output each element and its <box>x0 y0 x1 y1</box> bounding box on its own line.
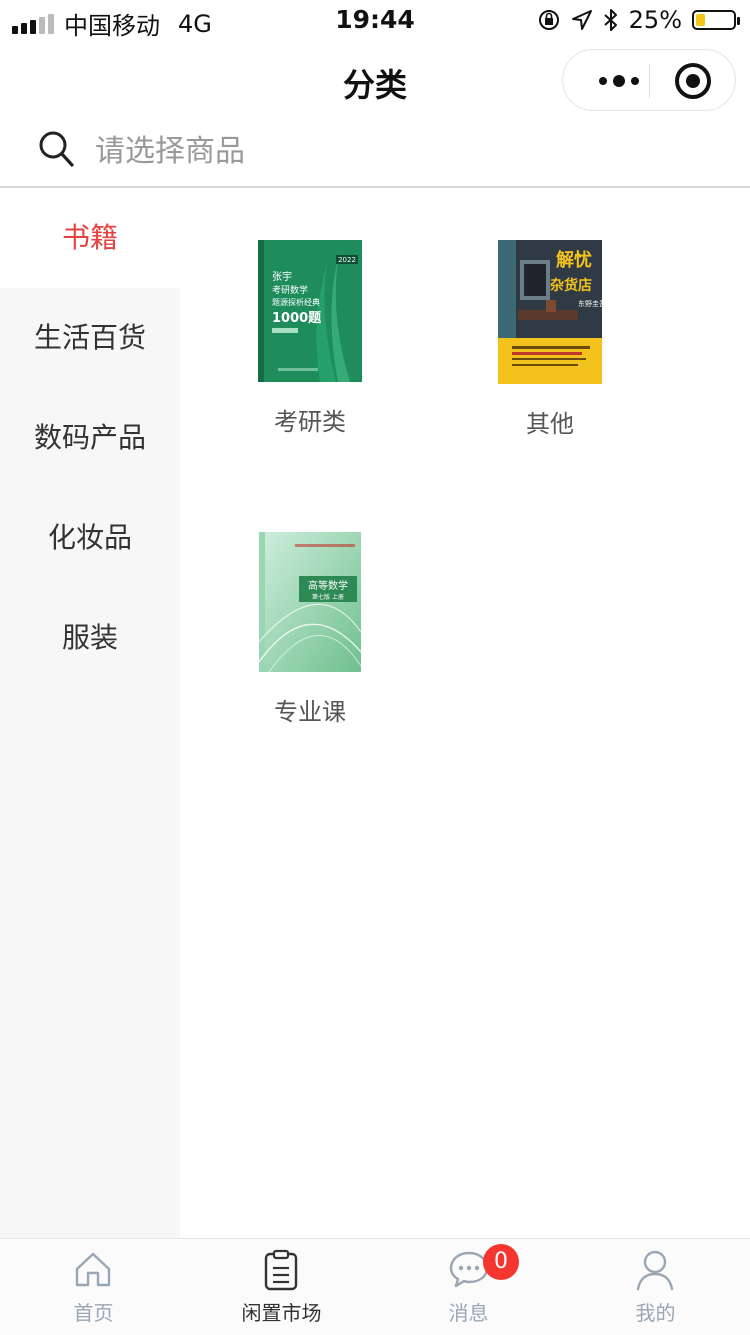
user-icon <box>636 1250 674 1291</box>
status-right: 25% <box>537 6 740 34</box>
status-bar: 中国移动 4G 19:44 25% <box>0 0 750 40</box>
home-icon <box>75 1252 111 1287</box>
cover-line: 题源探析经典 <box>272 297 320 307</box>
search-input[interactable] <box>95 128 695 174</box>
cover-edition: 第七版 上册 <box>312 593 344 601</box>
book-cover-image: 解忧 杂货店 东野圭吾 <box>498 240 602 384</box>
sidebar-item-books[interactable]: 书籍 <box>0 188 180 288</box>
tab-label: 首页 <box>73 1301 114 1325</box>
tab-home[interactable]: 首页 <box>0 1239 187 1335</box>
sidebar-item-daily-goods[interactable]: 生活百货 <box>0 288 180 388</box>
tab-label: 我的 <box>635 1301 676 1325</box>
tab-profile[interactable]: 我的 <box>562 1239 749 1335</box>
sidebar-item-digital-products[interactable]: 数码产品 <box>0 388 180 488</box>
subcategory-major-courses[interactable]: 高等数学 第七版 上册 专业课 <box>220 532 400 727</box>
subcategory-label: 考研类 <box>274 408 346 436</box>
cover-author: 张宇 <box>272 270 292 283</box>
cover-line: 1000题 <box>272 311 322 326</box>
category-sidebar: 书籍 生活百货 数码产品 化妆品 服装 <box>0 188 180 1238</box>
subcategory-grid: 2022 张宇 考研数学 题源探析经典 1000题 考研类 解忧 杂货店 东野圭… <box>180 188 750 1238</box>
book-cover-image: 高等数学 第七版 上册 <box>259 532 361 672</box>
cover-line: 解忧 <box>556 249 592 271</box>
bluetooth-icon <box>603 9 617 31</box>
book-cover-image: 2022 张宇 考研数学 题源探析经典 1000题 <box>258 240 362 382</box>
sidebar-item-clothing[interactable]: 服装 <box>0 588 180 688</box>
cover-line: 考研数学 <box>272 284 308 296</box>
cover-author: 东野圭吾 <box>578 299 602 308</box>
tab-label: 消息 <box>448 1301 489 1325</box>
sidebar-item-cosmetics[interactable]: 化妆品 <box>0 488 180 588</box>
cover-badge: 2022 <box>338 256 356 264</box>
tab-messages[interactable]: 消息 <box>375 1239 562 1335</box>
subcategory-other[interactable]: 解忧 杂货店 东野圭吾 其他 <box>460 240 640 439</box>
close-program-icon[interactable] <box>675 63 711 99</box>
more-options-icon[interactable] <box>587 68 651 94</box>
cover-line: 杂货店 <box>550 277 592 294</box>
battery-percent: 25% <box>628 6 682 34</box>
tab-bar: 首页 闲置市场 消息 我的 <box>0 1238 750 1335</box>
cover-title: 高等数学 <box>308 579 348 592</box>
message-count-badge: 0 <box>483 1244 519 1280</box>
subcategory-kaoyan[interactable]: 2022 张宇 考研数学 题源探析经典 1000题 考研类 <box>220 240 400 437</box>
mini-program-capsule <box>562 49 736 111</box>
battery-icon <box>692 10 740 30</box>
orientation-lock-icon <box>538 10 559 30</box>
location-icon <box>571 10 592 30</box>
nav-bar: 分类 <box>0 40 750 122</box>
subcategory-label: 专业课 <box>274 698 346 726</box>
search-bar <box>0 122 750 188</box>
search-icon <box>39 131 74 167</box>
tab-label: 闲置市场 <box>241 1301 322 1325</box>
capsule-divider <box>649 64 650 98</box>
clipboard-icon <box>264 1249 298 1291</box>
tab-market[interactable]: 闲置市场 <box>188 1239 375 1335</box>
subcategory-label: 其他 <box>526 410 574 438</box>
